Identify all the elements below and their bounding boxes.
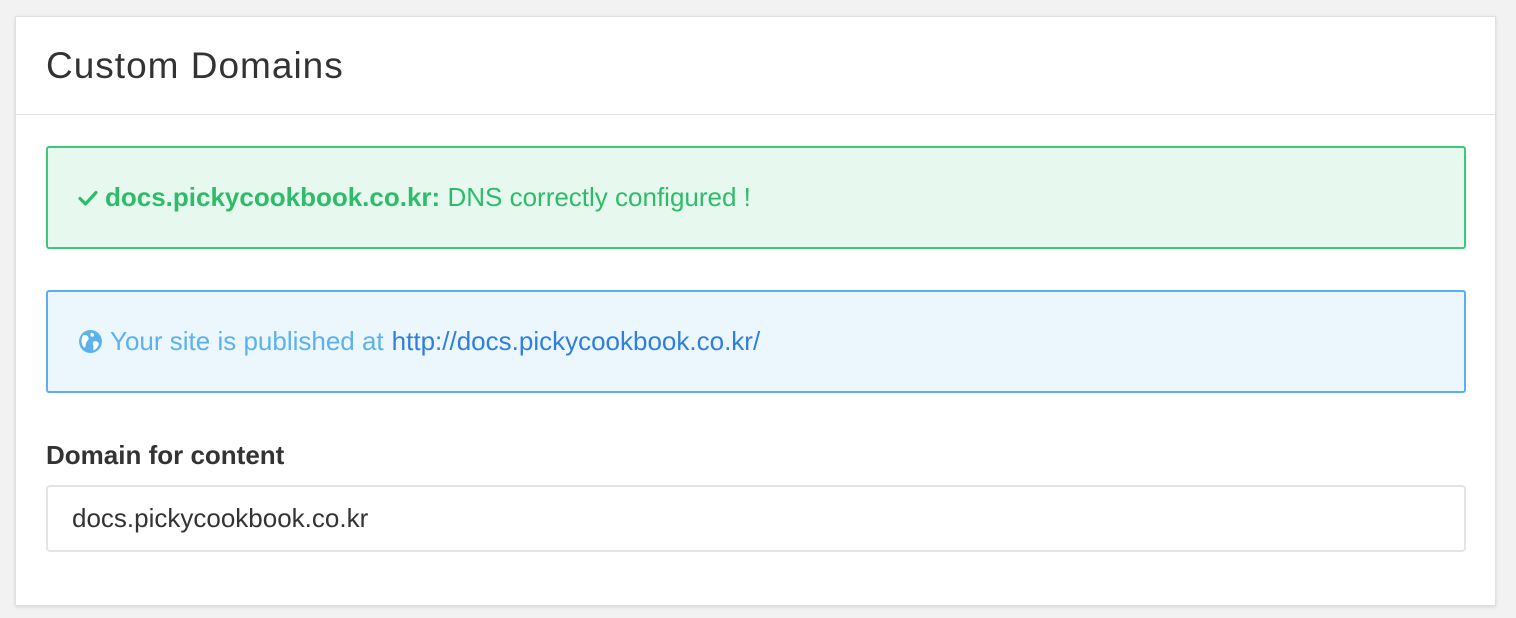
panel-title: Custom Domains: [46, 44, 344, 86]
dns-status-alert: docs.pickycookbook.co.kr: DNS correctly …: [46, 146, 1466, 249]
dns-status-message: DNS correctly configured !: [447, 182, 751, 212]
panel-body: docs.pickycookbook.co.kr: DNS correctly …: [16, 115, 1495, 552]
dns-domain-label: docs.pickycookbook.co.kr:: [105, 182, 441, 212]
published-site-alert: Your site is published at http://docs.pi…: [46, 290, 1466, 393]
domain-input[interactable]: [46, 485, 1466, 552]
panel-header: Custom Domains: [16, 17, 1495, 115]
published-message: Your site is published at: [110, 326, 384, 356]
domain-field-label: Domain for content: [46, 440, 285, 470]
custom-domains-panel: Custom Domains docs.pickycookbook.co.kr:…: [15, 16, 1496, 606]
check-icon: [78, 188, 98, 208]
published-site-link[interactable]: http://docs.pickycookbook.co.kr/: [392, 326, 761, 357]
globe-icon: [78, 329, 103, 354]
